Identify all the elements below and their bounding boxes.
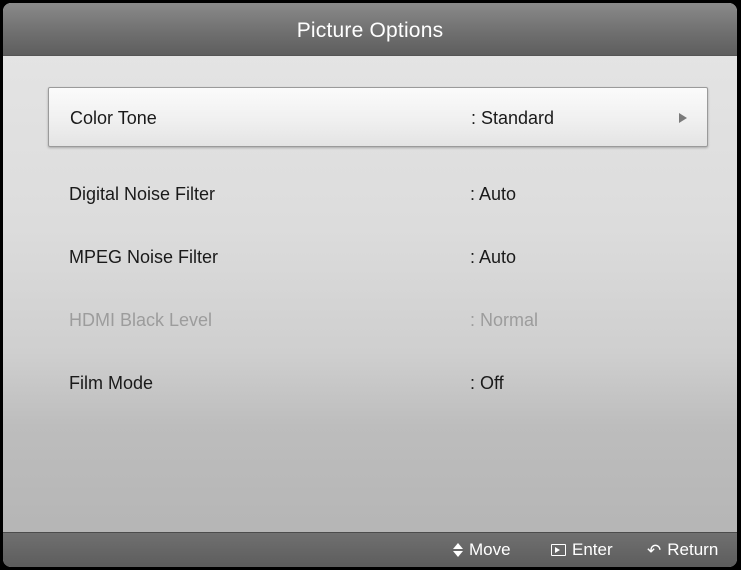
menu-item-label: MPEG Noise Filter: [69, 247, 219, 267]
menu-item-mpeg-noise-filter[interactable]: MPEG Noise Filter : Auto: [48, 227, 706, 285]
menu-item-value: : Auto: [470, 184, 517, 204]
menu-item-value: : Normal: [470, 310, 539, 330]
menu-item-color-tone[interactable]: Color Tone : Standard: [48, 87, 708, 147]
menu-item-digital-noise-filter[interactable]: Digital Noise Filter : Auto: [48, 164, 706, 222]
move-label: Move: [469, 540, 511, 559]
menu-item-value: : Auto: [470, 247, 517, 267]
up-down-arrows-icon: [453, 543, 463, 557]
enter-label: Enter: [572, 540, 613, 559]
menu-title: Picture Options: [296, 19, 444, 42]
menu-item-label: Digital Noise Filter: [69, 184, 216, 204]
menu-item-value: : Off: [470, 373, 504, 393]
return-icon: ↶: [647, 540, 662, 560]
enter-hint[interactable]: Enter: [551, 540, 613, 560]
move-hint: Move: [453, 540, 511, 560]
title-bar: Picture Options: [3, 3, 737, 56]
menu-item-film-mode[interactable]: Film Mode : Off: [48, 353, 706, 411]
menu-item-value: : Standard: [471, 108, 555, 128]
menu-item-label: Color Tone: [70, 108, 157, 128]
menu-item-hdmi-black-level: HDMI Black Level : Normal: [48, 290, 706, 348]
picture-options-menu: Picture Options Color Tone : Standard Di…: [3, 3, 737, 567]
enter-icon: [551, 544, 566, 556]
menu-item-label: Film Mode: [69, 373, 154, 393]
menu-item-label: HDMI Black Level: [69, 310, 213, 330]
chevron-right-icon: [679, 113, 687, 123]
return-label: Return: [667, 540, 719, 559]
return-hint[interactable]: ↶ Return: [647, 540, 718, 560]
footer-bar: Move Enter ↶ Return: [3, 532, 737, 567]
